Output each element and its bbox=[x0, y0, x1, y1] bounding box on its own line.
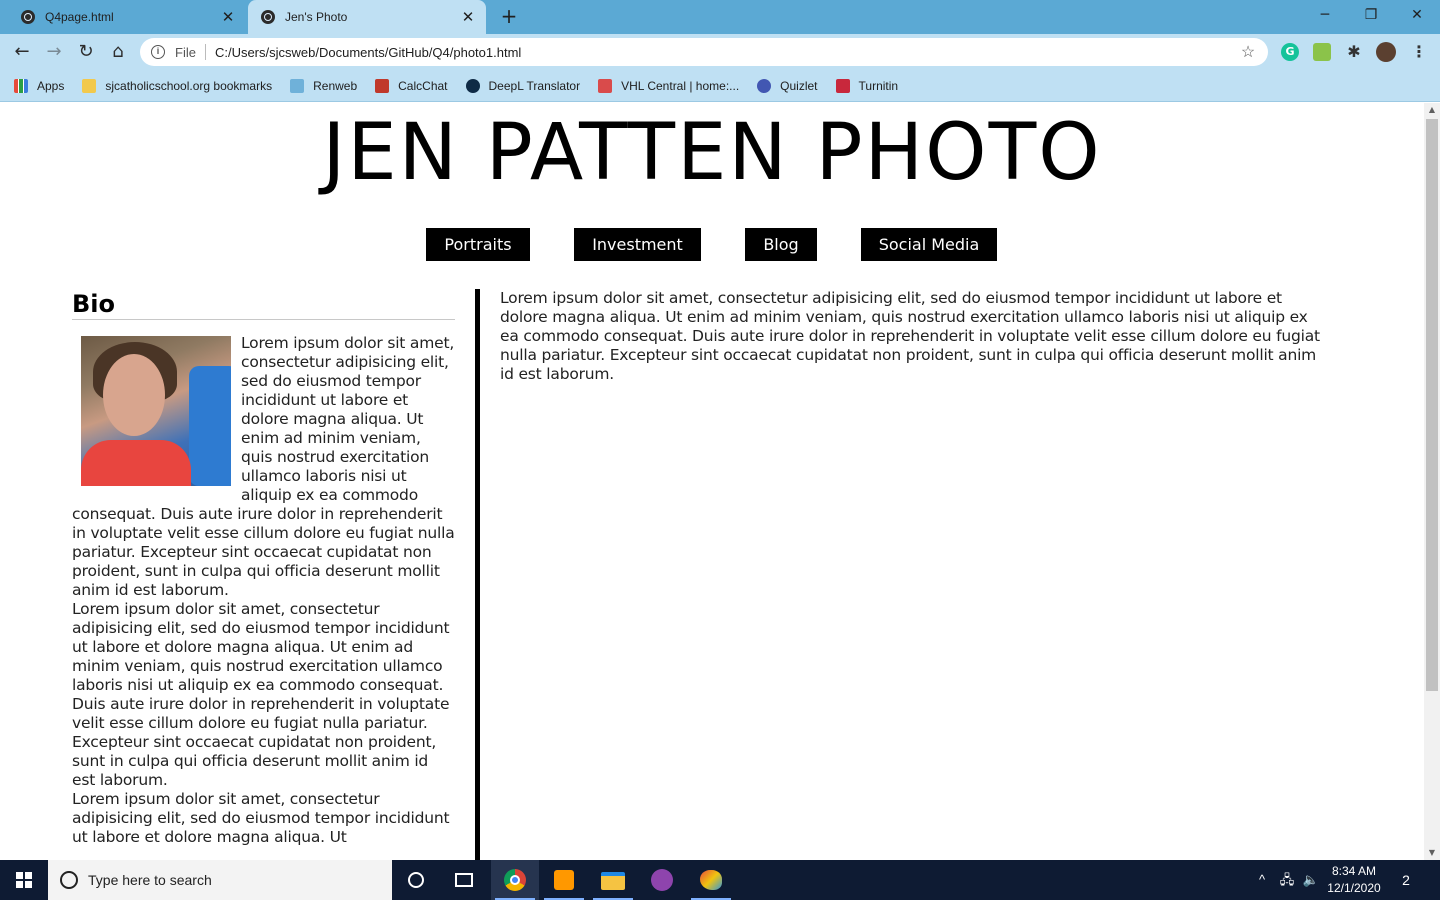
profile-avatar[interactable] bbox=[1376, 42, 1396, 62]
bookmark-label: VHL Central | home:... bbox=[621, 78, 740, 93]
bookmark-label: sjcatholicschool.org bookmarks bbox=[105, 78, 273, 93]
cortana-icon[interactable] bbox=[392, 860, 440, 900]
windows-logo-icon bbox=[16, 872, 32, 888]
notification-center-icon[interactable]: 2 bbox=[1396, 870, 1416, 890]
restore-button[interactable]: ❐ bbox=[1348, 0, 1394, 32]
bookmark-sjcatholic[interactable]: sjcatholicschool.org bookmarks bbox=[82, 78, 273, 93]
renweb-icon bbox=[290, 78, 305, 93]
home-button[interactable]: ⌂ bbox=[106, 40, 130, 64]
address-bar[interactable]: i File C:/Users/sjcsweb/Documents/GitHub… bbox=[140, 38, 1268, 66]
grammarly-icon[interactable]: G bbox=[1281, 43, 1299, 61]
nav-social-media-button[interactable]: Social Media bbox=[861, 228, 997, 261]
column-divider bbox=[475, 289, 480, 860]
scroll-up-arrow-icon[interactable]: ▲ bbox=[1424, 103, 1440, 117]
clock-time: 8:34 AM bbox=[1331, 864, 1377, 878]
vhl-icon bbox=[598, 78, 613, 93]
bookmarks-bar: Apps sjcatholicschool.org bookmarks Renw… bbox=[0, 70, 1440, 102]
site-title: JEN PATTEN PHOTO bbox=[322, 108, 1102, 198]
nav-portraits-button[interactable]: Portraits bbox=[426, 228, 530, 261]
url-scheme: File bbox=[175, 44, 196, 60]
forward-button[interactable]: → bbox=[42, 40, 66, 64]
bookmark-label: Renweb bbox=[313, 78, 358, 93]
taskbar-search-box[interactable]: Type here to search bbox=[48, 860, 392, 900]
face-shape bbox=[103, 354, 165, 436]
folder-icon bbox=[82, 78, 97, 93]
browser-toolbar: ← → ↻ ⌂ i File C:/Users/sjcsweb/Document… bbox=[0, 34, 1440, 70]
bookmark-renweb[interactable]: Renweb bbox=[290, 78, 358, 93]
bookmark-vhl-central[interactable]: VHL Central | home:... bbox=[598, 78, 740, 93]
new-tab-button[interactable]: + bbox=[498, 5, 520, 27]
tab-jens-photo[interactable]: Jen's Photo ✕ bbox=[248, 0, 486, 34]
network-icon[interactable]: 🖧 bbox=[1276, 860, 1298, 900]
close-window-button[interactable]: ✕ bbox=[1394, 0, 1440, 32]
tab-strip: Q4page.html ✕ Jen's Photo ✕ + ─ ❐ ✕ bbox=[0, 0, 1440, 34]
file-explorer-icon[interactable] bbox=[589, 860, 637, 900]
bookmark-quizlet[interactable]: Quizlet bbox=[757, 78, 818, 93]
tab-title: Jen's Photo bbox=[285, 10, 348, 24]
search-icon bbox=[60, 871, 78, 889]
quizlet-icon bbox=[757, 78, 772, 93]
calcchat-icon bbox=[375, 78, 390, 93]
bookmark-label: Quizlet bbox=[780, 78, 818, 93]
web-page: JEN PATTEN PHOTO Portraits Investment Bl… bbox=[0, 103, 1424, 860]
search-placeholder: Type here to search bbox=[88, 872, 212, 888]
scroll-down-arrow-icon[interactable]: ▼ bbox=[1424, 846, 1440, 860]
bookmark-star-icon[interactable]: ☆ bbox=[1238, 42, 1258, 62]
bookmark-label: Apps bbox=[37, 78, 65, 93]
page-scrollbar[interactable]: ▲ ▼ bbox=[1424, 103, 1440, 860]
extensions-puzzle-icon[interactable]: ✱ bbox=[1345, 43, 1363, 61]
browser-menu-icon[interactable]: ⋮ bbox=[1410, 43, 1428, 61]
bio-paragraph: Lorem ipsum dolor sit amet, consectetur … bbox=[72, 790, 450, 846]
back-button[interactable]: ← bbox=[10, 40, 34, 64]
url-text[interactable]: C:/Users/sjcsweb/Documents/GitHub/Q4/pho… bbox=[215, 45, 1238, 60]
taskbar-clock[interactable]: 8:34 AM 12/1/2020 bbox=[1322, 863, 1386, 897]
bio-portrait-photo bbox=[81, 336, 231, 486]
nav-blog-button[interactable]: Blog bbox=[745, 228, 817, 261]
bookmark-deepl[interactable]: DeepL Translator bbox=[465, 78, 581, 93]
nav-investment-button[interactable]: Investment bbox=[574, 228, 701, 261]
tab-title: Q4page.html bbox=[45, 10, 114, 24]
clock-date: 12/1/2020 bbox=[1327, 881, 1381, 895]
omnibox-separator bbox=[204, 44, 206, 60]
bookmark-turnitin[interactable]: Turnitin bbox=[835, 78, 899, 93]
tab-q4page[interactable]: Q4page.html ✕ bbox=[8, 0, 246, 34]
jacket-shape bbox=[81, 440, 191, 486]
apps-grid-icon bbox=[14, 78, 28, 93]
minimize-button[interactable]: ─ bbox=[1302, 0, 1348, 32]
globe-icon bbox=[21, 10, 35, 24]
windows-taskbar: Type here to search ^ 🖧 🔈 8:34 AM 12/1/2… bbox=[0, 860, 1440, 900]
task-view-icon[interactable] bbox=[440, 860, 488, 900]
bio-heading: Bio bbox=[72, 289, 455, 320]
scroll-thumb[interactable] bbox=[1426, 119, 1438, 691]
bio-paragraph: Lorem ipsum dolor sit amet, consectetur … bbox=[72, 600, 450, 789]
notification-count: 2 bbox=[1402, 872, 1410, 888]
bookmark-apps[interactable]: Apps bbox=[14, 78, 65, 93]
android-extension-icon[interactable] bbox=[1313, 43, 1331, 61]
bookmark-label: DeepL Translator bbox=[488, 78, 581, 93]
bookmark-label: Turnitin bbox=[858, 78, 899, 93]
bookmark-label: CalcChat bbox=[398, 78, 448, 93]
info-icon[interactable]: i bbox=[151, 45, 165, 59]
tray-chevron-icon[interactable]: ^ bbox=[1252, 860, 1272, 900]
close-tab-icon[interactable]: ✕ bbox=[218, 8, 238, 26]
sublime-text-icon[interactable] bbox=[540, 860, 588, 900]
chrome-icon[interactable] bbox=[491, 860, 539, 900]
close-tab-icon[interactable]: ✕ bbox=[458, 8, 478, 26]
github-desktop-icon[interactable] bbox=[638, 860, 686, 900]
turnitin-icon bbox=[835, 78, 850, 93]
backpack-shape bbox=[189, 366, 231, 486]
volume-icon[interactable]: 🔈 bbox=[1300, 860, 1322, 900]
reload-button[interactable]: ↻ bbox=[74, 40, 98, 64]
main-paragraph: Lorem ipsum dolor sit amet, consectetur … bbox=[500, 289, 1320, 383]
bookmark-calcchat[interactable]: CalcChat bbox=[375, 78, 448, 93]
start-button[interactable] bbox=[0, 860, 48, 900]
bio-section: Bio Lorem ipsum dolor sit amet, consecte… bbox=[72, 289, 455, 847]
globe-icon bbox=[261, 10, 275, 24]
deepl-icon bbox=[465, 78, 480, 93]
paint-icon[interactable] bbox=[687, 860, 735, 900]
